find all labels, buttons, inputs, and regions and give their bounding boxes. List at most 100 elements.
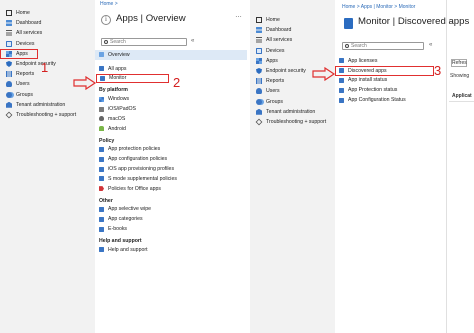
search-input[interactable]: Search [342,42,424,50]
menu-item-s-mode[interactable]: S mode supplemental policies [95,174,247,184]
provisioning-icon [99,166,104,172]
nav-item-apps[interactable]: Apps [0,48,38,59]
nav-label: All services [266,37,293,44]
reports-icon [6,71,12,78]
menu-item-app-licenses[interactable]: App licenses [335,56,434,66]
menu-label: App install status [348,77,388,84]
nav-item-home[interactable]: Home [250,15,335,25]
install-status-icon [339,77,344,83]
more-options-icon[interactable]: … [235,12,242,19]
menu-label: Overview [108,51,130,58]
menu-label: Android [108,125,126,132]
config-status-icon [339,97,344,103]
troubleshooting-icon [255,118,263,126]
nav-label: Apps [266,57,278,64]
page-title: Monitor | Discovered apps [358,16,470,27]
nav-item-groups[interactable]: Groups [0,90,95,100]
users-icon [256,88,262,95]
column-header-application[interactable]: Applicat [452,93,472,99]
nav-label: Users [266,88,280,95]
collapse-button[interactable]: « [429,42,432,48]
menu-item-app-install-status[interactable]: App install status [335,76,434,86]
menu-label: Discovered apps [348,67,387,74]
troubleshooting-icon [5,111,13,119]
nav-item-all-services[interactable]: All services [250,35,335,45]
menu-label: E-books [108,226,128,233]
menu-item-office-policies[interactable]: Policies for Office apps [95,184,247,194]
nav-item-all-services[interactable]: All services [0,28,95,38]
breadcrumb[interactable]: Home > Apps | Monitor > Monitor [342,4,415,10]
nav-item-devices[interactable]: Devices [0,39,95,49]
app-config-icon [99,156,104,162]
ebook-icon [99,226,104,232]
protection-status-icon [339,87,344,93]
menu-item-macos[interactable]: macOS [95,114,247,124]
menu-item-ebooks[interactable]: E-books [95,224,247,234]
nav-label: Home [266,17,280,24]
menu-item-app-config[interactable]: App configuration policies [95,154,247,164]
monitor-menu: App licenses Discovered apps App install… [335,56,434,105]
section-heading-other: Other [99,197,113,204]
menu-item-ios[interactable]: iOS/iPadOS [95,104,247,114]
nav-item-dashboard[interactable]: Dashboard [250,25,335,35]
nav-item-troubleshooting[interactable]: Troubleshooting + support [0,110,95,120]
nav-item-tenant-admin[interactable]: Tenant administration [250,107,335,117]
nav-item-devices[interactable]: Devices [250,46,335,56]
step-1-label: 1 [41,60,49,75]
all-services-icon [6,30,12,37]
menu-item-discovered-apps[interactable]: Discovered apps [335,65,434,76]
breadcrumb[interactable]: Home > [100,1,118,7]
app-protection-icon [99,146,104,152]
step-3-label: 3 [434,63,442,78]
menu-label: App licenses [348,57,378,64]
menu-item-selective-wipe[interactable]: App selective wipe [95,205,247,215]
nav-item-tenant-admin[interactable]: Tenant administration [0,100,95,110]
search-input[interactable]: Search [101,38,187,46]
search-placeholder: Search [351,43,367,49]
home-icon [6,10,12,17]
menu-label: macOS [108,115,126,122]
menu-item-help[interactable]: Help and support [95,245,247,255]
menu-label: Policies for Office apps [108,185,161,192]
menu-item-app-protection[interactable]: App protection policies [95,145,247,155]
menu-item-all-apps[interactable]: All apps [95,64,247,74]
monitor-blade: Home > Apps | Monitor > Monitor Monitor … [335,0,474,333]
menu-item-android[interactable]: Android [95,124,247,134]
devices-icon [256,47,262,54]
menu-item-app-categories[interactable]: App categories [95,214,247,224]
nav-item-home[interactable]: Home [0,8,95,18]
nav-item-apps[interactable]: Apps [250,56,335,66]
groups-icon [6,91,12,98]
groups-icon [256,98,262,105]
s-mode-icon [99,176,104,182]
nav-item-troubleshooting[interactable]: Troubleshooting + support [250,117,335,127]
menu-label: iOS/iPadOS [108,106,136,113]
monitor-icon [100,75,105,81]
collapse-button[interactable]: « [191,38,194,44]
nav-item-users[interactable]: Users [250,86,335,96]
monitor-blade-icon [344,18,353,29]
menu-item-ios-provisioning[interactable]: iOS app provisioning profiles [95,164,247,174]
nav-label: Endpoint security [16,61,56,68]
menu-label: App configuration policies [108,156,168,163]
apps-icon [256,57,262,64]
all-services-icon [256,37,262,44]
section-heading-policy: Policy [99,137,115,144]
search-placeholder: Search [110,39,126,45]
nav-item-dashboard[interactable]: Dashboard [0,18,95,28]
menu-item-windows[interactable]: Windows [95,94,247,104]
menu-item-app-config-status[interactable]: App Configuration Status [335,95,434,105]
divider [446,0,447,333]
nav-label: Dashboard [16,20,42,27]
dashboard-icon [6,20,12,27]
section-heading-platform: By platform [99,87,128,94]
menu-item-overview[interactable]: Overview [95,50,247,60]
apps-overview-blade: Home > Apps | Overview Search « Overview… [95,0,247,333]
nav-item-groups[interactable]: Groups [250,97,335,107]
overview-icon [99,52,104,58]
menu-item-monitor[interactable]: Monitor [96,73,169,84]
left-nav-panel-1: Home Dashboard All services Devices Apps… [0,0,95,333]
menu-item-app-protection-status[interactable]: App Protection status [335,85,434,95]
step-2-label: 2 [173,75,181,90]
nav-label: Endpoint security [266,68,306,75]
